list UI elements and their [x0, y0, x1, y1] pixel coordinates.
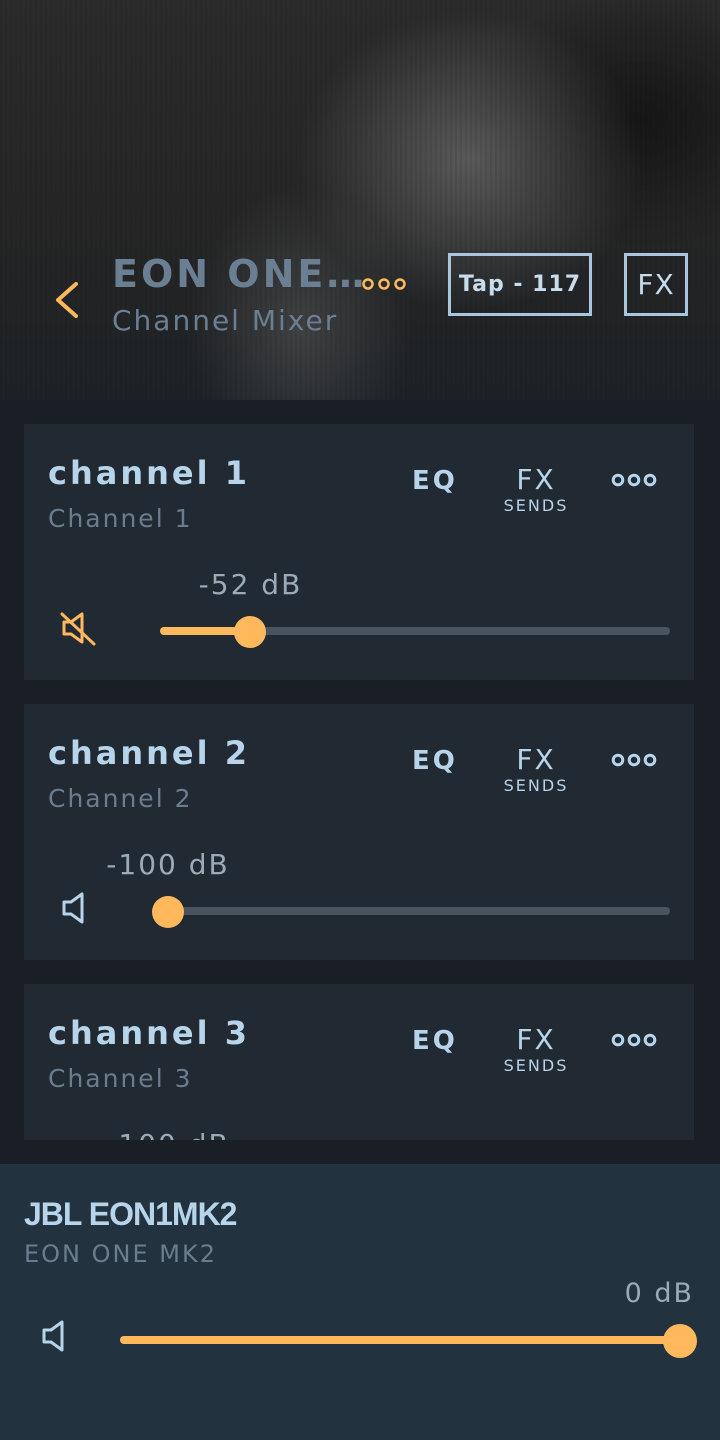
eq-button[interactable]: EQ [412, 1026, 458, 1056]
channel-volume-slider[interactable] [152, 896, 670, 928]
sends-label: SENDS [503, 496, 569, 515]
fx-sends-button[interactable]: FX SENDS [496, 464, 576, 516]
more-dots-icon[interactable] [610, 472, 658, 488]
master-panel: JBL EON1MK2 EON ONE MK2 0 dB [0, 1164, 720, 1440]
channel-name: channel 3 [48, 1014, 250, 1052]
channel-card: channel 3 Channel 3 EQ FXSENDS -100 dB [24, 984, 694, 1140]
slider-track [160, 907, 670, 915]
speaker-icon[interactable] [58, 888, 98, 928]
device-subtitle: Channel Mixer [112, 304, 339, 337]
slider-thumb[interactable] [152, 896, 184, 928]
fx-label: FX [516, 1023, 556, 1056]
slider-thumb[interactable] [663, 1324, 697, 1358]
more-dots-icon[interactable] [360, 276, 408, 292]
sends-label: SENDS [503, 1056, 569, 1075]
channel-name: channel 1 [48, 454, 250, 492]
master-device-name: JBL EON1MK2 [24, 1196, 237, 1232]
slider-fill [120, 1336, 680, 1344]
channel-list[interactable]: channel 1 Channel 1 EQ FX SENDS -52 dB channel… [0, 400, 720, 1140]
channel-level-label: -52 dB [198, 568, 303, 601]
more-dots-icon[interactable] [610, 1032, 658, 1048]
fx-label: FX [516, 463, 556, 496]
channel-name: channel 2 [48, 734, 250, 772]
eq-button[interactable]: EQ [412, 466, 458, 496]
speaker-muted-icon[interactable] [58, 608, 98, 648]
channel-label: Channel 1 [48, 504, 193, 533]
channel-card: channel 2 Channel 2 EQ FX SENDS -100 dB [24, 704, 694, 960]
master-volume-slider[interactable] [120, 1324, 697, 1358]
channel-level-label: -100 dB [106, 848, 230, 881]
channel-card: channel 1 Channel 1 EQ FX SENDS -52 dB [24, 424, 694, 680]
header: EON ONE… Channel Mixer Tap - 117 FX [0, 0, 720, 400]
fx-button[interactable]: FX [624, 253, 688, 316]
channel-volume-slider[interactable] [160, 616, 670, 648]
device-title: EON ONE… [112, 252, 368, 296]
chevron-left-icon[interactable] [48, 278, 88, 322]
channel-label: Channel 3 [48, 1064, 193, 1093]
channel-level-label: -100 dB [106, 1128, 229, 1140]
fx-sends-button[interactable]: FX SENDS [496, 1024, 576, 1076]
slider-thumb[interactable] [234, 616, 267, 648]
tap-tempo-button[interactable]: Tap - 117 [448, 253, 592, 316]
eq-button[interactable]: EQ [412, 746, 458, 776]
master-device-model: EON ONE MK2 [24, 1240, 217, 1268]
master-level-label: 0 dB [624, 1278, 694, 1309]
fx-sends-button[interactable]: FX SENDS [496, 744, 576, 796]
header-background-image [0, 0, 720, 400]
speaker-icon[interactable] [38, 1316, 78, 1356]
more-dots-icon[interactable] [610, 752, 658, 768]
sends-label: SENDS [503, 776, 569, 795]
channel-label: Channel 2 [48, 784, 193, 813]
fx-label: FX [516, 743, 556, 776]
